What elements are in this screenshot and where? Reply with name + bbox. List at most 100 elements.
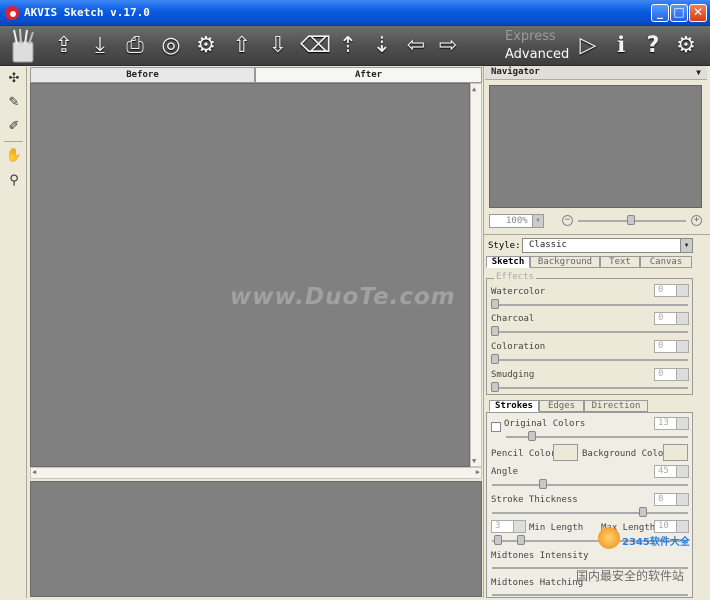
zoom-dropdown-icon[interactable]: ▼ — [532, 215, 543, 227]
style-value: Classic — [529, 240, 567, 250]
eraser-icon[interactable]: ⌫ — [300, 32, 331, 60]
vertical-scrollbar[interactable]: ▲ ▼ — [470, 83, 482, 467]
tab-strokes[interactable]: Strokes — [489, 400, 539, 412]
print-icon[interactable]: ⎙ — [121, 32, 149, 60]
mode-advanced[interactable]: Advanced — [505, 47, 569, 62]
stroke-thickness-field[interactable]: 8 — [654, 493, 689, 506]
charcoal-knob[interactable] — [491, 326, 499, 336]
angle-label: Angle — [491, 467, 519, 477]
save-icon[interactable]: ⤓ — [86, 32, 114, 60]
zoom-in-icon[interactable]: + — [691, 215, 702, 226]
coloration-field[interactable]: 0 — [654, 340, 689, 353]
angle-slider[interactable] — [492, 484, 688, 486]
effects-group-title: Effects — [494, 272, 536, 282]
batch-icon[interactable]: ◎ — [157, 32, 185, 60]
plugin-settings-icon[interactable]: ⚙ — [192, 32, 220, 60]
smudging-slider[interactable] — [492, 387, 688, 389]
stroke-thickness-slider[interactable] — [492, 512, 688, 514]
angle-knob[interactable] — [539, 479, 547, 489]
open-icon[interactable]: ⇪ — [50, 32, 78, 60]
tab-sketch[interactable]: Sketch — [486, 256, 530, 268]
navigator-header: Navigator ▼ — [485, 66, 707, 80]
charcoal-label: Charcoal — [491, 314, 535, 324]
image-canvas[interactable] — [30, 83, 470, 467]
style-label: Style: — [488, 241, 521, 251]
site-watermark-text: 2345软件大全 — [622, 537, 690, 548]
title-bar: AKVIS Sketch v.17.0 _ □ ✕ — [0, 0, 710, 26]
horizontal-scrollbar[interactable]: ◀ ▶ — [30, 467, 482, 479]
tab-after[interactable]: After — [255, 67, 482, 83]
watercolor-field[interactable]: 0 — [654, 284, 689, 297]
navigator-thumbnail[interactable] — [489, 85, 702, 208]
undo-icon[interactable]: ⇦ — [402, 32, 430, 60]
tab-before[interactable]: Before — [30, 67, 255, 83]
original-colors-field[interactable]: 13 — [654, 417, 689, 430]
apply-down-icon[interactable]: ⇣ — [368, 32, 396, 60]
watercolor-knob[interactable] — [491, 299, 499, 309]
coloration-slider[interactable] — [492, 359, 688, 361]
max-length-field[interactable]: 10 — [654, 520, 689, 533]
redo-icon[interactable]: ⇨ — [434, 32, 462, 60]
smudging-label: Smudging — [491, 370, 535, 380]
min-length-label: Min Length — [529, 523, 584, 533]
pencil-tool-icon[interactable]: ✎ — [4, 93, 24, 113]
original-colors-knob[interactable] — [528, 431, 536, 441]
pencil-color-swatch[interactable] — [553, 444, 578, 461]
min-length-field[interactable]: 3 — [491, 520, 526, 533]
scroll-right-icon[interactable]: ▶ — [476, 468, 480, 476]
site-watermark-subtext: 国内最安全的软件站 — [576, 569, 685, 583]
minimize-button[interactable]: _ — [651, 4, 669, 22]
smudging-knob[interactable] — [491, 382, 499, 392]
background-color-swatch[interactable] — [663, 444, 688, 461]
tool-divider — [4, 141, 23, 142]
midtones-hatching-slider[interactable] — [492, 594, 688, 596]
run-icon[interactable]: ▷ — [574, 32, 602, 60]
scroll-left-icon[interactable]: ◀ — [32, 468, 36, 476]
watercolor-label: Watercolor — [491, 287, 546, 297]
zoom-out-icon[interactable]: − — [562, 215, 573, 226]
stroke-thickness-label: Stroke Thickness — [491, 495, 578, 505]
charcoal-slider[interactable] — [492, 331, 688, 333]
navigator-title: Navigator — [491, 67, 540, 77]
download-settings-icon[interactable]: ⇩ — [264, 32, 292, 60]
style-select[interactable]: Classic ▼ — [522, 238, 693, 253]
scroll-up-icon[interactable]: ▲ — [472, 85, 476, 93]
info-icon[interactable]: ℹ — [607, 32, 635, 60]
charcoal-field[interactable]: 0 — [654, 312, 689, 325]
background-color-label: Background Color — [582, 449, 669, 459]
tab-edges[interactable]: Edges — [539, 400, 584, 412]
tab-background[interactable]: Background — [530, 256, 600, 268]
mode-express[interactable]: Express — [505, 29, 556, 44]
coloration-knob[interactable] — [491, 354, 499, 364]
max-length-knob[interactable] — [517, 535, 525, 545]
apply-up-icon[interactable]: ⇡ — [334, 32, 362, 60]
smudging-field[interactable]: 0 — [654, 368, 689, 381]
upload-settings-icon[interactable]: ⇧ — [228, 32, 256, 60]
original-colors-checkbox[interactable] — [491, 422, 501, 432]
zoom-tool-icon[interactable]: ⚲ — [4, 171, 24, 191]
watercolor-slider[interactable] — [492, 304, 688, 306]
zoom-slider-knob[interactable] — [627, 215, 635, 225]
tab-canvas[interactable]: Canvas — [640, 256, 692, 268]
divider — [484, 234, 710, 235]
collapse-icon[interactable]: ▼ — [696, 66, 701, 79]
preferences-icon[interactable]: ⚙ — [672, 32, 700, 60]
tab-text[interactable]: Text — [600, 256, 640, 268]
stroke-thickness-knob[interactable] — [639, 507, 647, 517]
direction-tool-icon[interactable]: ✣ — [4, 69, 24, 89]
coloration-label: Coloration — [491, 342, 546, 352]
tab-direction[interactable]: Direction — [584, 400, 648, 412]
tool-strip: ✣ ✎ ✐ ✋ ⚲ — [0, 67, 27, 598]
style-dropdown-icon[interactable]: ▼ — [680, 239, 692, 252]
help-icon[interactable]: ? — [639, 32, 667, 60]
eraser-tool-icon[interactable]: ✐ — [4, 117, 24, 137]
maximize-button[interactable]: □ — [670, 4, 688, 22]
hand-tool-icon[interactable]: ✋ — [4, 146, 24, 166]
close-button[interactable]: ✕ — [689, 4, 707, 22]
zoom-select[interactable]: 100% ▼ — [489, 214, 544, 228]
scroll-down-icon[interactable]: ▼ — [472, 457, 476, 465]
app-logo — [12, 28, 34, 63]
angle-field[interactable]: 45 — [654, 465, 689, 478]
zoom-value: 100% — [506, 216, 528, 226]
min-length-knob[interactable] — [494, 535, 502, 545]
